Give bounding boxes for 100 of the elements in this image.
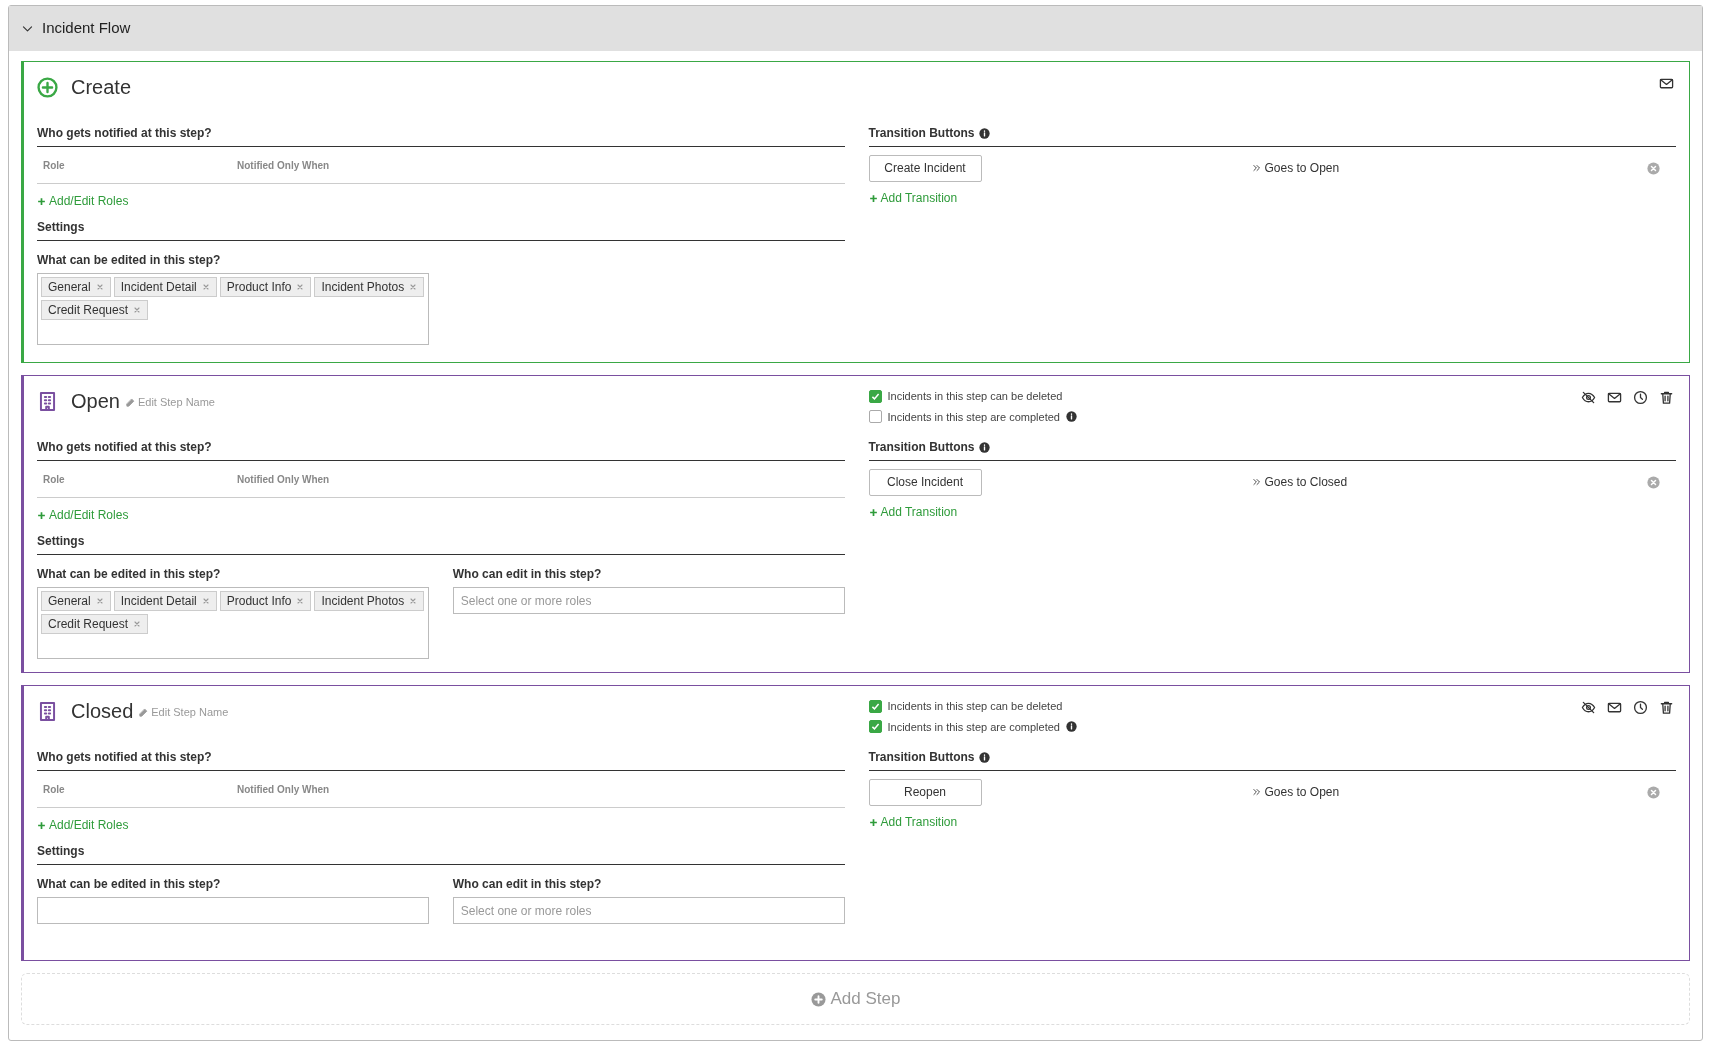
- target-step-text: Goes to Closed: [1264, 474, 1348, 491]
- section-heading: Transition Buttons: [868, 125, 975, 142]
- section-heading: Transition Buttons: [868, 749, 975, 766]
- roles-select-field[interactable]: Select one or more roles: [452, 587, 845, 614]
- transition-button[interactable]: Create Incident: [868, 154, 982, 182]
- pencil-icon: [138, 707, 149, 718]
- remove-icon: [133, 306, 142, 314]
- add-link[interactable]: Add/Edit Roles: [37, 506, 129, 524]
- transition-button[interactable]: Reopen: [868, 778, 982, 806]
- field-label: Who can edit in this step?: [452, 566, 603, 583]
- remove-icon: [409, 597, 418, 605]
- panel-title: Incident Flow: [42, 18, 131, 39]
- checkbox[interactable]: [868, 410, 882, 424]
- input-field[interactable]: [37, 897, 429, 924]
- checkbox-label: Incidents in this step are completed: [887, 409, 1060, 425]
- add-link[interactable]: Add/Edit Roles: [37, 192, 129, 210]
- section-heading: Transition Buttons: [868, 439, 975, 456]
- plus-icon: [37, 510, 46, 520]
- field-label: What can be edited in this step?: [37, 252, 222, 269]
- field-label: Who can edit in this step?: [452, 876, 603, 893]
- plus-circle-icon: [37, 76, 58, 98]
- tag: Incident Photos: [314, 277, 425, 297]
- step-name: Open: [71, 389, 120, 414]
- tag-field[interactable]: General Incident Detail Product Info Incident Photos Credit Request: [37, 587, 429, 659]
- building-icon: [37, 390, 58, 412]
- plus-icon: [868, 193, 878, 203]
- remove-icon: [296, 283, 305, 291]
- tag: Credit Request: [41, 614, 149, 634]
- column-header: Role: [42, 472, 66, 487]
- column-header: Role: [42, 158, 66, 173]
- panel-header[interactable]: Incident Flow: [9, 6, 1702, 51]
- add-link[interactable]: Add Transition: [868, 189, 1676, 207]
- add-link[interactable]: Add Transition: [868, 503, 1676, 521]
- remove-icon: [133, 620, 142, 628]
- plus-icon: [868, 817, 878, 827]
- section-heading: Who gets notified at this step?: [37, 125, 212, 142]
- tag: Incident Detail: [113, 591, 217, 611]
- mail-icon[interactable]: [1607, 390, 1622, 405]
- pencil-icon: [124, 397, 135, 408]
- edit-step-name-link[interactable]: Edit Step Name: [124, 394, 215, 411]
- mail-icon[interactable]: [1607, 700, 1622, 715]
- remove-icon: [296, 597, 305, 605]
- info-icon: [978, 751, 990, 763]
- tag: General: [41, 591, 111, 611]
- eye-slash-icon[interactable]: [1581, 390, 1596, 405]
- checkbox-label: Incidents in this step can be deleted: [887, 699, 1063, 714]
- edit-step-name-link[interactable]: Edit Step Name: [138, 704, 229, 721]
- column-header: Notified Only When: [237, 782, 330, 797]
- tag-field[interactable]: General Incident Detail Product Info Incident Photos Credit Request: [37, 273, 429, 345]
- mail-icon[interactable]: [1659, 76, 1674, 91]
- remove-icon: [201, 283, 210, 291]
- column-header: Notified Only When: [237, 158, 330, 173]
- add-link[interactable]: Add/Edit Roles: [37, 816, 129, 834]
- remove-icon: [201, 597, 210, 605]
- roles-select-field[interactable]: Select one or more roles: [452, 897, 845, 924]
- target-step-text: Goes to Open: [1264, 784, 1340, 801]
- column-header: Notified Only When: [237, 472, 330, 487]
- checkbox[interactable]: [868, 720, 882, 734]
- clock-icon[interactable]: [1633, 700, 1648, 715]
- checkbox-label: Incidents in this step are completed: [887, 719, 1060, 735]
- section-heading: Settings: [37, 219, 85, 236]
- tag: Incident Detail: [113, 277, 217, 297]
- transition-button[interactable]: Close Incident: [868, 468, 982, 496]
- section-heading: Settings: [37, 843, 85, 860]
- tag: Credit Request: [41, 300, 149, 320]
- tag: Product Info: [219, 591, 312, 611]
- step-name: Create: [71, 75, 132, 100]
- column-header: Role: [42, 782, 66, 797]
- remove-icon: [95, 283, 104, 291]
- info-icon: [978, 127, 990, 139]
- plus-circle-icon: [810, 991, 826, 1007]
- trash-icon[interactable]: [1659, 700, 1674, 715]
- plus-icon: [37, 820, 46, 830]
- field-label: What can be edited in this step?: [37, 566, 222, 583]
- section-heading: Settings: [37, 533, 85, 550]
- remove-icon: [95, 597, 104, 605]
- double-chevron-icon: [1251, 787, 1262, 797]
- field-label: What can be edited in this step?: [37, 876, 222, 893]
- tag: Incident Photos: [314, 591, 425, 611]
- double-chevron-icon: [1251, 477, 1262, 487]
- section-heading: Who gets notified at this step?: [37, 749, 212, 766]
- building-icon: [37, 700, 58, 722]
- info-icon: [978, 441, 990, 453]
- checkbox[interactable]: [868, 699, 882, 713]
- remove-icon: [409, 283, 418, 291]
- trash-icon[interactable]: [1659, 390, 1674, 405]
- step-name: Closed: [71, 699, 134, 724]
- checkbox-label: Incidents in this step can be deleted: [887, 389, 1063, 404]
- double-chevron-icon: [1251, 163, 1262, 173]
- section-heading: Who gets notified at this step?: [37, 439, 212, 456]
- add-link[interactable]: Add Transition: [868, 813, 1676, 831]
- check-icon: [869, 721, 881, 733]
- eye-slash-icon[interactable]: [1581, 700, 1596, 715]
- plus-icon: [37, 196, 46, 206]
- clock-icon[interactable]: [1633, 390, 1648, 405]
- add-step-button[interactable]: Add Step: [21, 973, 1690, 1025]
- checkbox[interactable]: [868, 389, 882, 403]
- tag: Product Info: [219, 277, 312, 297]
- tag: General: [41, 277, 111, 297]
- target-step-text: Goes to Open: [1264, 160, 1340, 177]
